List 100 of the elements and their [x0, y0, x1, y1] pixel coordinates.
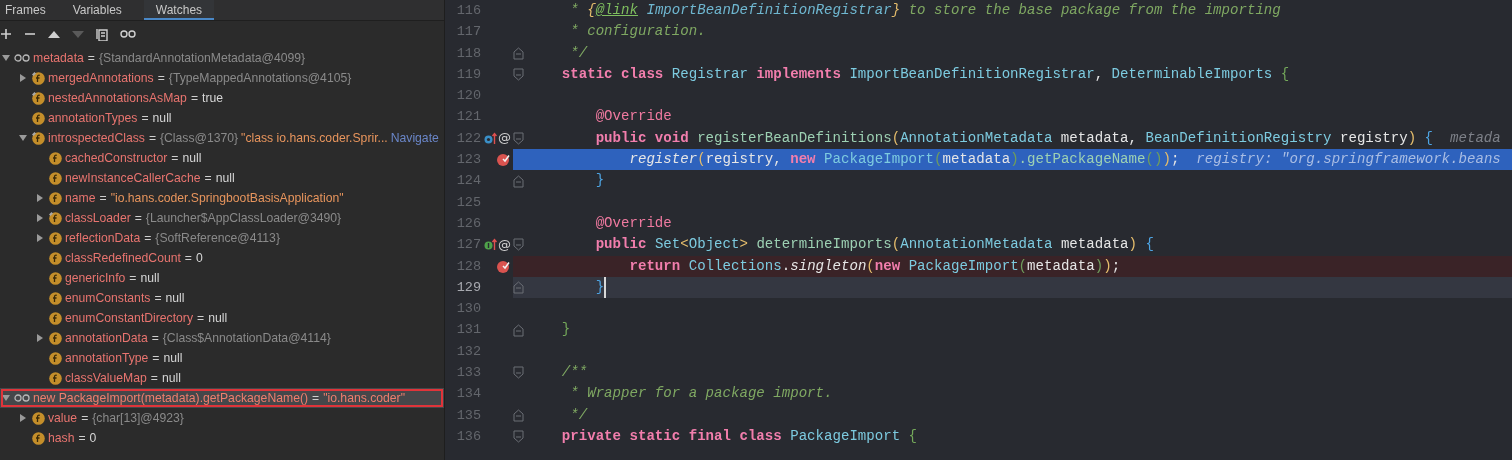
variable-entry: classRedefinedCount = 0	[65, 251, 203, 265]
tree-arrow-icon[interactable]	[19, 414, 27, 422]
code-line: public void registerBeanDefinitions(AnnotationMetadata metadata, BeanDefinitionRegistry registry) {	[594, 128, 1434, 148]
tree-row[interactable]: newInstanceCallerCache = null	[0, 168, 444, 188]
tree-row[interactable]: new PackageImport(metadata).getPackageName() = "io.hans.coder"	[0, 388, 444, 408]
code-line: * Wrapper for a package import.	[569, 384, 833, 404]
line-number: 125	[455, 193, 481, 212]
variable-entry: annotationData = {Class$AnnotationData@4114}	[65, 331, 332, 345]
line-number: 133	[455, 364, 481, 383]
code-line: }	[528, 276, 607, 299]
line-number: 123	[455, 151, 481, 170]
tree-row[interactable]: introspectedClass = {Class@1370} "class io.hans.coder.Sprir... Navigate	[0, 128, 444, 148]
tree-row[interactable]: enumConstantDirectory = null	[0, 308, 444, 328]
tree-arrow-icon[interactable]	[19, 74, 27, 82]
copy-icon[interactable]	[96, 27, 108, 41]
tree-row[interactable]: cachedConstructor = null	[0, 148, 444, 168]
tab[interactable]: Frames	[0, 0, 66, 20]
navigate-link[interactable]: Navigate	[390, 131, 439, 145]
code-line: return Collections.singleton(new PackageImport(metadata));	[628, 256, 1121, 276]
inline-value-hint: metada	[1450, 128, 1501, 148]
line-number: 127	[455, 236, 481, 255]
variable-entry: name = "io.hans.coder.SpringbootBasisApplication"	[65, 191, 344, 205]
tree-arrow-icon[interactable]	[36, 194, 44, 202]
code-line: public Set<Object> determineImports(AnnotationMetadata metadata) {	[594, 235, 1154, 255]
line-number: 136	[455, 427, 481, 446]
variable-entry: annotationTypes = null	[48, 111, 172, 125]
line-number: 132	[455, 342, 481, 361]
line-number: 129	[455, 278, 481, 297]
code-line: }	[594, 171, 605, 191]
code-line: static class Registrar implements ImportBeanDefinitionRegistrar, DeterminableImports {	[560, 64, 1290, 84]
tree-row[interactable]: mergedAnnotations = {TypeMappedAnnotations@4105}	[0, 68, 444, 88]
tree-arrow-icon[interactable]	[36, 334, 44, 342]
breakpoint-icon[interactable]	[496, 258, 511, 274]
inline-value-hint: registry: "org.springframework.beans	[1196, 150, 1501, 170]
variable-entry: mergedAnnotations = {TypeMappedAnnotations@4105}	[48, 71, 353, 85]
code-line: * {@link ImportBeanDefinitionRegistrar} to store the base package from the importing	[569, 1, 1281, 20]
variable-entry: genericInfo = null	[65, 271, 160, 285]
line-number: 117	[455, 23, 481, 42]
code-line: }	[560, 320, 571, 340]
code-line: register(registry, new PackageImport(metadata).getPackageName());	[628, 150, 1180, 170]
line-number: 120	[455, 87, 481, 106]
tree-row[interactable]: classValueMap = null	[0, 368, 444, 388]
tree-row[interactable]: annotationTypes = null	[0, 108, 444, 128]
code-line: private static final class PackageImport {	[560, 426, 918, 446]
tree-row[interactable]: classRedefinedCount = 0	[0, 248, 444, 268]
line-number: 124	[455, 172, 481, 191]
line-number: 130	[455, 300, 481, 319]
line-number: 134	[455, 385, 481, 404]
tree-row[interactable]: name = "io.hans.coder.SpringbootBasisApplication"	[0, 188, 444, 208]
variable-entry: hash = 0	[48, 431, 97, 445]
tree-row[interactable]: enumConstants = null	[0, 288, 444, 308]
tree-row[interactable]: annotationData = {Class$AnnotationData@4114}	[0, 328, 444, 348]
variable-entry: value = {char[13]@4923}	[48, 411, 185, 425]
tree-arrow-icon[interactable]	[36, 214, 44, 222]
variable-entry: metadata = {StandardAnnotationMetadata@4099}	[33, 51, 307, 65]
tree-row[interactable]: annotationType = null	[0, 348, 444, 368]
line-number: 118	[455, 44, 481, 63]
line-number: 126	[455, 214, 481, 233]
code-line: /**	[560, 363, 588, 383]
code-line: */	[569, 405, 588, 425]
code-line: @Override	[594, 107, 672, 127]
code-line: * configuration.	[569, 22, 706, 42]
move-up-icon[interactable]	[48, 30, 60, 38]
override-icon[interactable]	[484, 131, 497, 145]
tree-arrow-icon[interactable]	[19, 134, 27, 142]
tree-arrow-icon[interactable]	[2, 54, 10, 62]
variable-entry: new PackageImport(metadata).getPackageName() = "io.hans.coder"	[33, 391, 405, 405]
glasses-icon[interactable]	[120, 30, 136, 38]
tree-row[interactable]: nestedAnnotationsAsMap = true	[0, 88, 444, 108]
code-line: */	[569, 43, 588, 63]
code-line: @Override	[594, 213, 672, 233]
tree-arrow-icon[interactable]	[2, 394, 10, 402]
tree-row[interactable]: hash = 0	[0, 428, 444, 448]
glasses-icon	[14, 54, 30, 62]
breakpoint-icon[interactable]	[496, 152, 511, 168]
tab[interactable]: Variables	[67, 0, 142, 20]
line-number: 116	[455, 2, 481, 20]
variable-entry: newInstanceCallerCache = null	[65, 171, 235, 185]
tree-row[interactable]: classLoader = {Launcher$AppClassLoader@3490}	[0, 208, 444, 228]
variable-entry: reflectionData = {SoftReference@4113}	[65, 231, 281, 245]
tree-arrow-icon[interactable]	[36, 234, 44, 242]
line-number: 135	[455, 406, 481, 425]
variable-entry: introspectedClass = {Class@1370} "class io.hans.coder.Sprir...	[48, 131, 388, 145]
glasses-icon	[14, 394, 30, 402]
variable-entry: cachedConstructor = null	[65, 151, 202, 165]
tab[interactable]: Watches	[143, 0, 215, 20]
tree-row[interactable]: genericInfo = null	[0, 268, 444, 288]
annotation-marker[interactable]: @	[498, 236, 511, 253]
tree-row[interactable]: metadata = {StandardAnnotationMetadata@4099}	[0, 48, 444, 68]
line-number: 119	[455, 65, 481, 84]
annotation-marker[interactable]: @	[498, 130, 511, 147]
variable-entry: enumConstants = null	[65, 291, 185, 305]
variable-entry: annotationType = null	[65, 351, 183, 365]
add-icon[interactable]	[0, 28, 12, 40]
line-number: 122	[455, 129, 481, 148]
variable-entry: classValueMap = null	[65, 371, 181, 385]
tree-row[interactable]: value = {char[13]@4923}	[0, 408, 444, 428]
line-number: 121	[455, 108, 481, 127]
override-icon[interactable]	[484, 238, 497, 252]
tree-row[interactable]: reflectionData = {SoftReference@4113}	[0, 228, 444, 248]
